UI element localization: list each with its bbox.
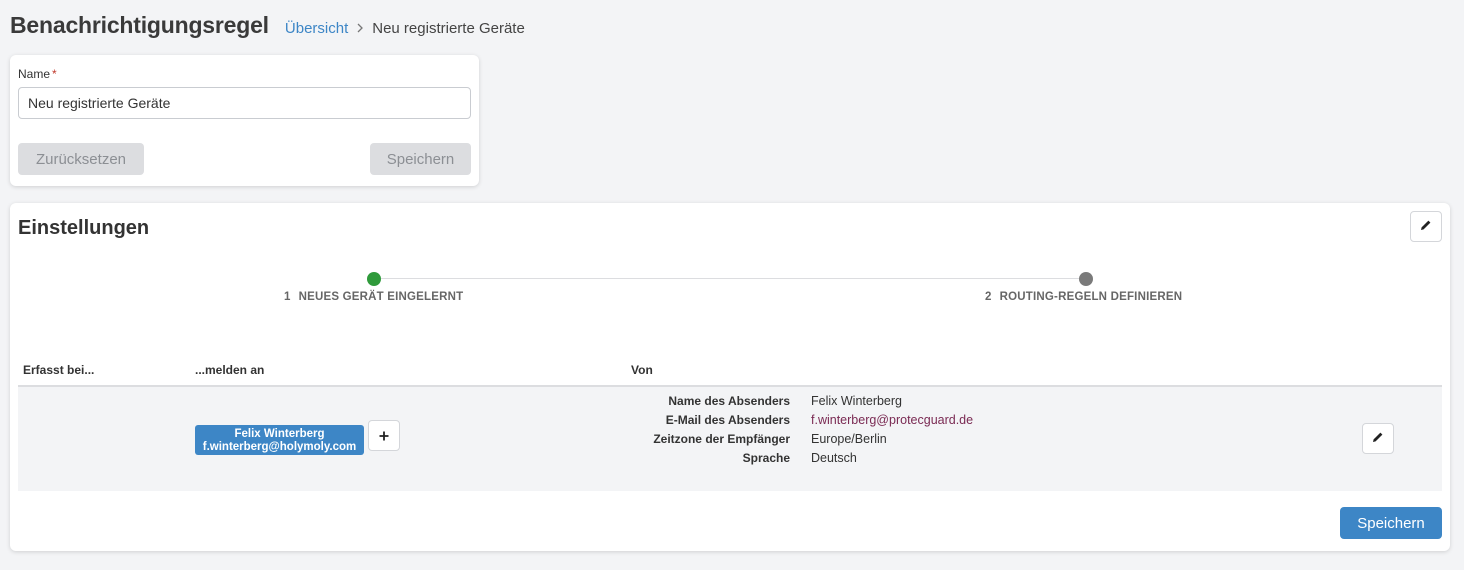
name-label-text: Name [18,67,51,81]
stepper-line [373,278,1086,279]
step-2-number: 2 [985,291,992,303]
save-name-button[interactable]: Speichern [370,143,471,175]
add-recipient-button[interactable] [368,420,400,451]
page-title: Benachrichtigungsregel [10,12,269,38]
column-header-captured-by: Erfasst bei... [23,363,95,377]
column-header-from: Von [631,363,653,377]
sender-name-key: Name des Absenders [668,394,790,408]
pencil-icon [1372,430,1384,448]
settings-card: Einstellungen 1 NEUES GERÄT EINGELERNT 2R… [10,203,1450,551]
required-mark: * [52,67,57,81]
breadcrumb: Übersicht Neu registrierte Geräte [285,20,525,37]
sender-email-value[interactable]: f.winterberg@protecguard.de [811,413,973,427]
step-2-indicator [1079,272,1093,286]
language-key: Sprache [742,451,790,465]
name-card: Name* Zurücksetzen Speichern [10,55,479,186]
recipient-name: Felix Winterberg [234,428,325,440]
recipient-timezone-key: Zeitzone der Empfänger [653,432,790,446]
edit-settings-button[interactable] [1410,211,1442,242]
sender-name-value: Felix Winterberg [811,394,902,408]
name-input[interactable] [18,87,471,119]
step-1-indicator [367,272,381,286]
language-value: Deutsch [811,451,857,465]
breadcrumb-current: Neu registrierte Geräte [372,20,525,37]
recipient-timezone-value: Europe/Berlin [811,432,887,446]
pencil-icon [1420,218,1432,236]
step-2-text: ROUTING-REGELN DEFINIEREN [999,291,1183,303]
column-header-report-to: ...melden an [195,363,265,377]
name-field-label: Name * [18,67,57,81]
recipient-email: f.winterberg@holymoly.com [202,441,357,453]
chevron-right-icon [356,20,364,36]
page-header: Benachrichtigungsregel Übersicht Neu reg… [10,12,525,39]
plus-icon [379,427,389,444]
recipient-chip[interactable]: Felix Winterberg f.winterberg@holymoly.c… [195,425,364,455]
sender-email-key: E-Mail des Absenders [665,413,790,427]
step-1-label[interactable]: 1 NEUES GERÄT EINGELERNT [284,291,463,303]
step-2-label[interactable]: 2 ROUTING-REGELN DEFINIEREN [985,291,1182,303]
breadcrumb-overview-link[interactable]: Übersicht [285,20,348,37]
step-1-text: NEUES GERÄT EINGELERNT [298,291,464,303]
save-settings-button[interactable]: Speichern [1340,507,1442,539]
reset-button[interactable]: Zurücksetzen [18,143,144,175]
step-1-number: 1 [284,291,291,303]
settings-title: Einstellungen [18,217,150,239]
edit-row-button[interactable] [1362,423,1394,454]
